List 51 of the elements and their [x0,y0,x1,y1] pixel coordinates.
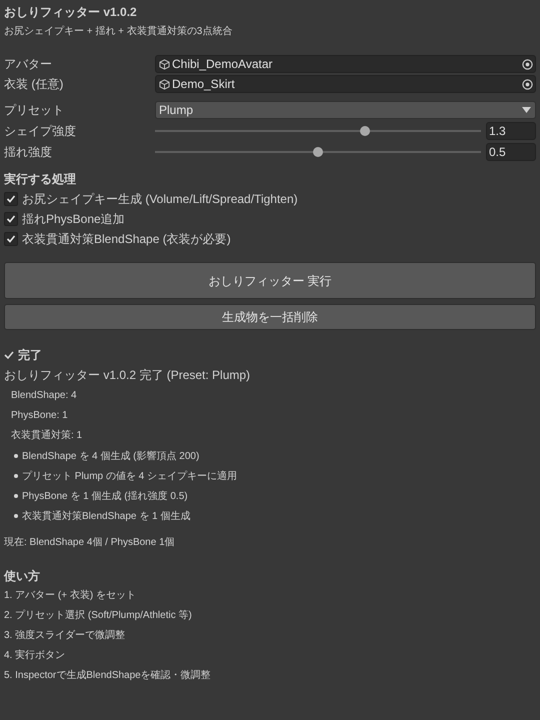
checkbox[interactable] [4,232,18,246]
bullet-icon [14,474,18,478]
target-icon[interactable] [522,78,533,90]
checkbox-label: お尻シェイプキー生成 (Volume/Lift/Spread/Tighten) [22,191,298,208]
usage-step: 3. 強度スライダーで微調整 [4,626,126,646]
slider-label: シェイプ強度 [4,122,77,140]
result-line: 衣装貫通対策BlendShape を 1 個生成 [22,510,190,524]
section-heading: 実行する処理 [4,171,77,188]
value-field[interactable]: 0.5 [486,142,536,160]
checkbox[interactable] [4,212,18,226]
subtitle: お尻シェイプキー + 揺れ + 衣装貫通対策の3点統合 [4,24,234,39]
count-text: BlendShape: 4 [10,389,77,403]
target-icon[interactable] [522,58,533,70]
object-field[interactable]: Demo_Skirt [155,75,536,93]
delete-button[interactable]: 生成物を一括削除 [4,304,536,330]
usage-step: 4. 実行ボタン [4,646,66,666]
field-label: プリセット [4,102,65,119]
bullet-icon [14,514,18,518]
slider-thumb[interactable] [360,126,370,136]
result-line: PhysBone を 1 個生成 (揺れ強度 0.5) [22,490,188,504]
field-value: Chibi_DemoAvatar [172,56,274,73]
value-field[interactable]: 1.3 [486,122,536,140]
slider-label: 揺れ強度 [4,144,53,160]
checkbox-label: 揺れPhysBone追加 [22,211,125,228]
panel-title: おしりフィッター v1.0.2 [4,4,138,21]
field-label: 衣装 (任意) [4,76,64,93]
preset-dropdown[interactable]: Plump [155,101,536,119]
result-summary: おしりフィッター v1.0.2 完了 (Preset: Plump) [4,367,252,384]
current-status: 現在: BlendShape 4個 / PhysBone 1個 [4,536,176,550]
object-field[interactable]: Chibi_DemoAvatar [155,55,536,73]
checkbox[interactable] [4,192,18,206]
bullet-icon [14,494,18,498]
usage-step: 2. プリセット選択 (Soft/Plump/Athletic 等) [4,606,192,626]
field-label: アバター [4,56,53,73]
check-icon [4,350,14,360]
field-value: Demo_Skirt [172,76,236,93]
run-button[interactable]: おしりフィッター 実行 [4,262,536,299]
bullet-icon [14,454,18,458]
usage-step: 5. Inspectorで生成BlendShapeを確認・微調整 [4,666,211,686]
result-line: プリセット Plump の値を 4 シェイプキーに適用 [22,470,238,484]
dropdown-arrow-icon [522,107,531,113]
cube-icon [159,58,170,70]
checkbox-label: 衣装貫通対策BlendShape (衣装が必要) [22,231,231,248]
section-heading: 使い方 [4,568,41,585]
result-heading: 完了 [18,347,42,364]
count-text: 衣装貫通対策: 1 [10,428,82,443]
result-line: BlendShape を 4 個生成 (影響頂点 200) [22,450,200,464]
usage-step: 1. アバター (+ 衣装) をセット [4,586,136,606]
slider-thumb[interactable] [313,146,323,156]
cube-icon [159,78,170,90]
count-text: PhysBone: 1 [10,409,68,423]
